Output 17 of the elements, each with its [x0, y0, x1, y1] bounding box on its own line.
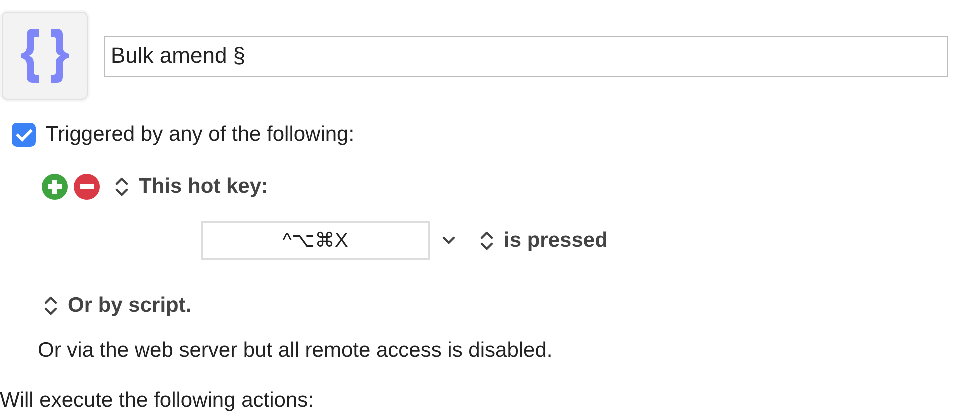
- web-server-note: Or via the web server but all remote access is disabled.: [38, 339, 553, 363]
- dropdown-caret-icon[interactable]: [442, 236, 456, 245]
- hotkey-field[interactable]: ^⌥⌘X: [201, 221, 430, 260]
- remove-icon[interactable]: [73, 173, 101, 201]
- macro-name-field[interactable]: Bulk amend §: [104, 36, 948, 76]
- hotkey-trigger-label: This hot key:: [139, 175, 269, 199]
- trigger-checkbox[interactable]: [12, 123, 36, 147]
- up-down-chevron-icon[interactable]: [115, 176, 129, 198]
- up-down-chevron-icon[interactable]: [44, 295, 58, 317]
- add-icon[interactable]: [41, 173, 69, 201]
- trigger-label: Triggered by any of the following:: [46, 123, 355, 147]
- actions-heading: Will execute the following actions:: [0, 389, 314, 413]
- curly-braces-icon: [19, 27, 71, 85]
- condition-label: is pressed: [504, 228, 608, 252]
- macro-icon-tile[interactable]: [2, 12, 88, 100]
- up-down-chevron-icon[interactable]: [480, 230, 494, 252]
- script-trigger-label: Or by script.: [68, 294, 192, 318]
